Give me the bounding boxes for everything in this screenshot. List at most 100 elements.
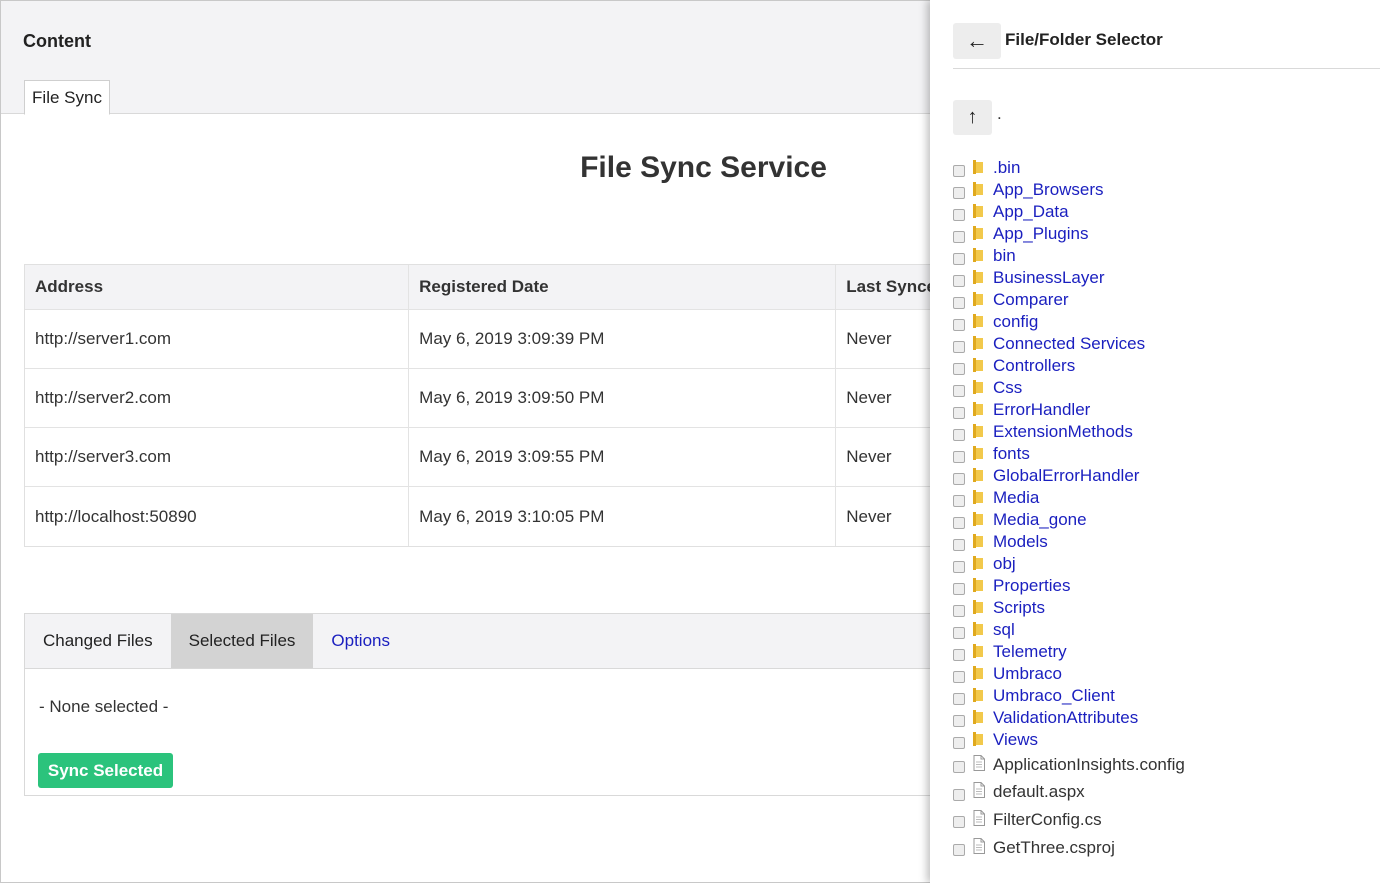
- file-checkbox[interactable]: [953, 844, 965, 857]
- folder-link[interactable]: Controllers: [993, 356, 1075, 376]
- folder-link[interactable]: Properties: [993, 576, 1070, 596]
- folder-checkbox[interactable]: [953, 472, 965, 485]
- file-name: FilterConfig.cs: [993, 809, 1102, 829]
- folder-item[interactable]: Properties: [953, 575, 1373, 597]
- folder-item[interactable]: Umbraco: [953, 663, 1373, 685]
- folder-checkbox[interactable]: [953, 538, 965, 551]
- folder-checkbox[interactable]: [953, 670, 965, 683]
- folder-link[interactable]: Umbraco_Client: [993, 686, 1115, 706]
- folder-link[interactable]: Css: [993, 378, 1022, 398]
- folder-link[interactable]: GlobalErrorHandler: [993, 466, 1139, 486]
- folder-item[interactable]: Umbraco_Client: [953, 685, 1373, 707]
- folder-item[interactable]: obj: [953, 553, 1373, 575]
- folder-link[interactable]: App_Plugins: [993, 224, 1088, 244]
- folder-link[interactable]: ExtensionMethods: [993, 422, 1133, 442]
- folder-checkbox[interactable]: [953, 736, 965, 749]
- folder-item[interactable]: Views: [953, 729, 1373, 751]
- file-checkbox[interactable]: [953, 816, 965, 829]
- folder-item[interactable]: App_Browsers: [953, 179, 1373, 201]
- folder-checkbox[interactable]: [953, 560, 965, 573]
- folder-item[interactable]: App_Data: [953, 201, 1373, 223]
- folder-checkbox[interactable]: [953, 384, 965, 397]
- folder-link[interactable]: ErrorHandler: [993, 400, 1090, 420]
- folder-link[interactable]: Scripts: [993, 598, 1045, 618]
- folder-item[interactable]: config: [953, 311, 1373, 333]
- folder-checkbox[interactable]: [953, 604, 965, 617]
- folder-checkbox[interactable]: [953, 428, 965, 441]
- folder-link[interactable]: bin: [993, 246, 1016, 266]
- folder-checkbox[interactable]: [953, 406, 965, 419]
- folder-checkbox[interactable]: [953, 186, 965, 199]
- sync-selected-button[interactable]: Sync Selected: [38, 753, 173, 788]
- folder-item[interactable]: ExtensionMethods: [953, 421, 1373, 443]
- folder-link[interactable]: fonts: [993, 444, 1030, 464]
- folder-item[interactable]: Comparer: [953, 289, 1373, 311]
- folder-item[interactable]: Css: [953, 377, 1373, 399]
- folder-checkbox[interactable]: [953, 252, 965, 265]
- folder-link[interactable]: Media_gone: [993, 510, 1087, 530]
- folder-link[interactable]: Umbraco: [993, 664, 1062, 684]
- folder-item[interactable]: fonts: [953, 443, 1373, 465]
- folder-checkbox[interactable]: [953, 340, 965, 353]
- folder-checkbox[interactable]: [953, 318, 965, 331]
- folder-item[interactable]: Connected Services: [953, 333, 1373, 355]
- folder-checkbox[interactable]: [953, 714, 965, 727]
- folder-checkbox[interactable]: [953, 208, 965, 221]
- folder-link[interactable]: App_Data: [993, 202, 1069, 222]
- folder-item[interactable]: GlobalErrorHandler: [953, 465, 1373, 487]
- folder-item[interactable]: Media_gone: [953, 509, 1373, 531]
- folder-checkbox[interactable]: [953, 516, 965, 529]
- folder-checkbox[interactable]: [953, 274, 965, 287]
- tab-changed-files[interactable]: Changed Files: [25, 614, 171, 668]
- folder-link[interactable]: Telemetry: [993, 642, 1067, 662]
- folder-item[interactable]: Media: [953, 487, 1373, 509]
- folder-link[interactable]: obj: [993, 554, 1016, 574]
- folder-link[interactable]: Models: [993, 532, 1048, 552]
- folder-link[interactable]: Views: [993, 730, 1038, 750]
- folder-link[interactable]: Comparer: [993, 290, 1069, 310]
- folder-link[interactable]: Media: [993, 488, 1039, 508]
- folder-item[interactable]: bin: [953, 245, 1373, 267]
- folder-checkbox[interactable]: [953, 296, 965, 309]
- file-item: FilterConfig.cs: [953, 806, 1373, 834]
- back-button[interactable]: ←: [953, 23, 1001, 59]
- folder-checkbox[interactable]: [953, 648, 965, 661]
- tab-file-sync[interactable]: File Sync: [24, 80, 110, 115]
- folder-checkbox[interactable]: [953, 494, 965, 507]
- folder-link[interactable]: Connected Services: [993, 334, 1145, 354]
- folder-item[interactable]: sql: [953, 619, 1373, 641]
- folder-checkbox[interactable]: [953, 692, 965, 705]
- folder-checkbox[interactable]: [953, 582, 965, 595]
- folder-link[interactable]: config: [993, 312, 1038, 332]
- folder-link[interactable]: App_Browsers: [993, 180, 1104, 200]
- file-item: GetThree.csproj: [953, 834, 1373, 862]
- address-cell: http://server2.com: [25, 369, 410, 427]
- folder-link[interactable]: ValidationAttributes: [993, 708, 1138, 728]
- folder-checkbox[interactable]: [953, 450, 965, 463]
- folder-link[interactable]: .bin: [993, 158, 1020, 178]
- file-checkbox[interactable]: [953, 761, 965, 774]
- folder-item[interactable]: .bin: [953, 157, 1373, 179]
- folder-item[interactable]: BusinessLayer: [953, 267, 1373, 289]
- folder-icon: [973, 446, 983, 460]
- folder-item[interactable]: Controllers: [953, 355, 1373, 377]
- folder-item[interactable]: ErrorHandler: [953, 399, 1373, 421]
- folder-checkbox[interactable]: [953, 626, 965, 639]
- tab-options[interactable]: Options: [313, 614, 408, 668]
- tab-selected-files[interactable]: Selected Files: [170, 614, 314, 668]
- folder-checkbox[interactable]: [953, 230, 965, 243]
- folder-item[interactable]: Models: [953, 531, 1373, 553]
- folder-icon: [973, 248, 983, 262]
- folder-item[interactable]: ValidationAttributes: [953, 707, 1373, 729]
- folder-icon: [973, 402, 983, 416]
- up-directory-button[interactable]: ↑: [953, 100, 992, 135]
- folder-link[interactable]: BusinessLayer: [993, 268, 1105, 288]
- folder-item[interactable]: App_Plugins: [953, 223, 1373, 245]
- folder-link[interactable]: sql: [993, 620, 1015, 640]
- folder-checkbox[interactable]: [953, 362, 965, 375]
- table-row: http://server1.com May 6, 2019 3:09:39 P…: [25, 310, 930, 369]
- folder-checkbox[interactable]: [953, 164, 965, 177]
- file-checkbox[interactable]: [953, 788, 965, 801]
- folder-item[interactable]: Scripts: [953, 597, 1373, 619]
- folder-item[interactable]: Telemetry: [953, 641, 1373, 663]
